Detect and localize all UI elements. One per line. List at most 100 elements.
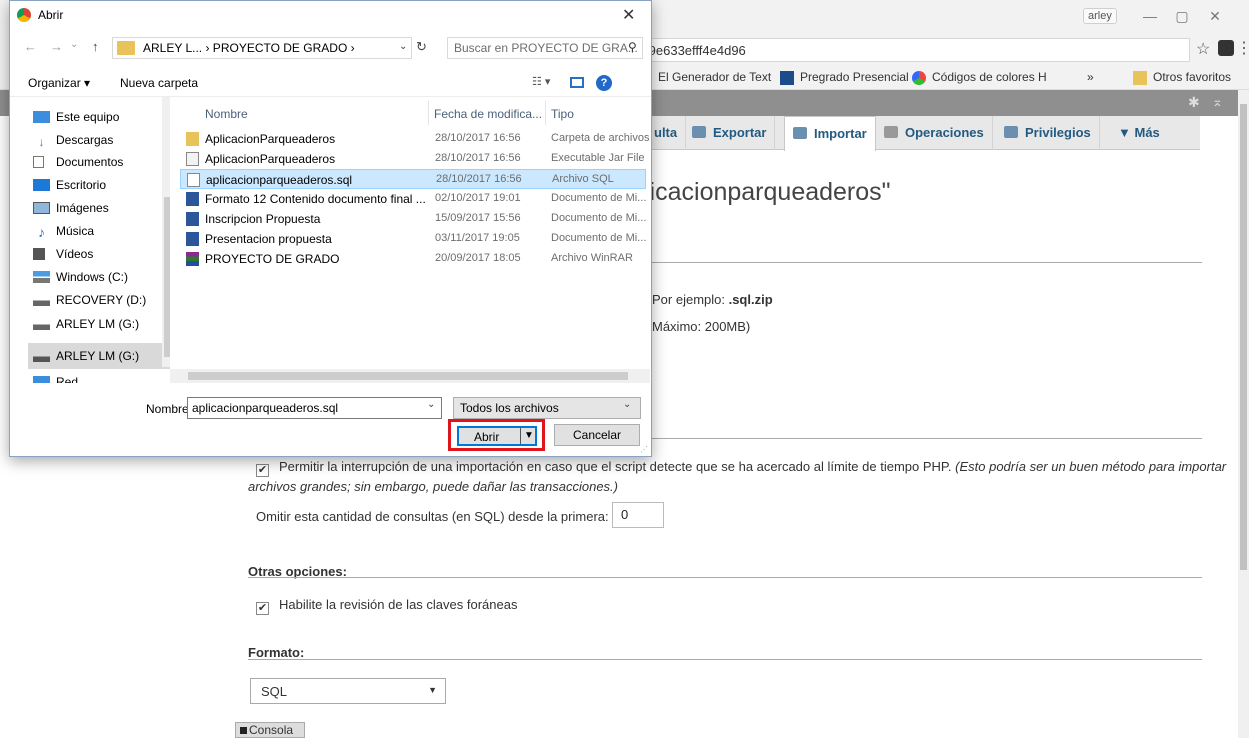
cancel-button[interactable]: Cancelar — [554, 424, 640, 446]
nav-item-red[interactable]: Red — [33, 375, 78, 383]
column-header-type[interactable]: Tipo — [551, 107, 574, 121]
tab-operaciones[interactable]: Operaciones — [876, 116, 993, 150]
chevron-down-icon[interactable]: ⌄ — [427, 399, 435, 410]
refresh-icon[interactable]: ↻ — [416, 39, 427, 55]
fk-checks-option[interactable]: ✔ Habilite la revisión de las claves forá… — [256, 597, 517, 615]
resize-grip-icon[interactable]: ⋰ — [640, 445, 648, 454]
search-input[interactable]: Buscar en PROYECTO DE GRA... — [447, 37, 643, 59]
nav-item-arley-2[interactable]: ARLEY LM (G:) — [33, 349, 139, 363]
nav-item-este-equipo[interactable]: Este equipo — [33, 110, 119, 124]
column-header-date[interactable]: Fecha de modifica... — [434, 107, 542, 121]
navigation-pane: Este equipo ↓ Descargas Documentos Escrit… — [28, 97, 170, 383]
file-date: 28/10/2017 16:56 — [436, 173, 522, 185]
partial-import-checkbox[interactable]: ✔ — [256, 464, 269, 477]
hint-label: Por ejemplo: — [652, 292, 729, 307]
bookmark-otros[interactable]: Otros favoritos — [1133, 70, 1231, 85]
console-icon — [240, 727, 247, 734]
file-row[interactable]: AplicacionParqueaderos 28/10/2017 16:56 … — [180, 129, 649, 149]
column-divider[interactable] — [428, 101, 429, 125]
tab-consulta[interactable]: ulta — [646, 116, 687, 150]
chevron-down-icon[interactable]: ⌄ — [70, 39, 78, 50]
chevron-down-icon[interactable]: ⌄ — [623, 399, 631, 410]
view-options-icon[interactable]: ☷ ▾ — [532, 75, 550, 88]
page-scrollbar-thumb[interactable] — [1240, 104, 1247, 570]
file-name-input[interactable]: aplicacionparqueaderos.sql — [187, 397, 442, 419]
tab-mas[interactable]: ▼ Más — [1110, 116, 1168, 150]
file-row[interactable]: PROYECTO DE GRADO 20/09/2017 18:05 Archi… — [180, 249, 646, 269]
triangle-down-icon[interactable]: ▼ — [524, 430, 534, 441]
partial-import-option[interactable]: ✔ Permitir la interrupción de una importa… — [256, 459, 1226, 477]
profile-button[interactable]: arley — [1083, 8, 1117, 24]
file-type: Archivo SQL — [552, 173, 614, 185]
nav-item-musica[interactable]: ♪ Música — [33, 224, 94, 239]
bookmark-generador[interactable]: El Generador de Text — [658, 70, 771, 84]
nav-label: Vídeos — [56, 247, 94, 261]
nav-item-recovery[interactable]: RECOVERY (D:) — [33, 293, 146, 307]
computer-icon — [33, 111, 50, 123]
file-row[interactable]: AplicacionParqueaderos 28/10/2017 16:56 … — [180, 149, 646, 169]
extension-icon[interactable] — [1218, 40, 1234, 56]
nav-item-arley-1[interactable]: ARLEY LM (G:) — [33, 317, 139, 331]
bookmark-star-icon[interactable]: ☆ — [1196, 39, 1210, 59]
drive-icon — [33, 318, 50, 330]
minimize-icon[interactable]: — — [1135, 6, 1165, 26]
file-row-selected[interactable]: aplicacionparqueaderos.sql 28/10/2017 16… — [180, 169, 646, 189]
more-bookmarks-button[interactable]: » — [1087, 70, 1094, 84]
close-icon[interactable]: ✕ — [622, 5, 635, 25]
column-header-name[interactable]: Nombre — [205, 107, 248, 121]
pma-tabs: ulta Exportar Importar Operaciones Privi… — [640, 116, 1200, 151]
help-icon[interactable]: ? — [596, 75, 612, 91]
tab-importar[interactable]: Importar — [784, 116, 876, 151]
forward-arrow-icon[interactable]: → — [50, 39, 63, 54]
open-button[interactable]: Abrir ▼ — [457, 426, 537, 446]
close-window-icon[interactable]: ✕ — [1200, 6, 1230, 26]
bookmark-pregrado[interactable]: Pregrado Presencial — [780, 70, 909, 85]
file-row[interactable]: Formato 12 Contenido documento final ...… — [180, 189, 646, 209]
address-bar[interactable]: c5b0199e633efff4e4d96 — [600, 38, 1190, 62]
fk-checks-checkbox[interactable]: ✔ — [256, 602, 269, 615]
file-row[interactable]: Inscripcion Propuesta 15/09/2017 15:56 D… — [180, 209, 646, 229]
bookmark-colores[interactable]: Códigos de colores H — [912, 70, 1047, 85]
file-type-filter[interactable]: Todos los archivos — [453, 397, 641, 419]
file-row[interactable]: Presentacion propuesta 03/11/2017 19:05 … — [180, 229, 646, 249]
nav-label: Descargas — [56, 133, 114, 147]
horizontal-scrollbar[interactable] — [170, 369, 650, 383]
compression-hint: Por ejemplo: .sql.zip — [652, 292, 773, 307]
up-arrow-icon[interactable]: ↑ — [92, 39, 99, 54]
file-date: 03/11/2017 19:05 — [435, 232, 520, 244]
page-title: licacionparqueaderos" — [644, 178, 891, 206]
nav-item-documentos[interactable]: Documentos — [33, 155, 123, 169]
preview-pane-icon[interactable] — [570, 77, 584, 88]
menu-icon[interactable]: ⋮ — [1236, 38, 1249, 58]
format-select[interactable]: SQL ▼ — [250, 678, 446, 704]
organize-button[interactable]: Organizar ▾ — [28, 76, 90, 90]
collapse-icon[interactable]: ⌅ — [1212, 94, 1223, 110]
split-divider — [520, 428, 521, 444]
nav-label: Windows (C:) — [56, 270, 129, 284]
file-name: Formato 12 Contenido documento final ... — [205, 192, 426, 206]
skip-queries-input[interactable]: 0 — [612, 502, 664, 528]
scrollbar-thumb[interactable] — [188, 372, 628, 380]
import-icon — [793, 127, 807, 139]
nav-item-windows[interactable]: Windows (C:) — [33, 270, 128, 284]
back-arrow-icon[interactable]: ← — [24, 39, 37, 54]
maximize-icon[interactable]: ▢ — [1167, 6, 1197, 26]
file-type: Documento de Mi... — [551, 192, 647, 204]
file-list: Nombre Fecha de modifica... Tipo Aplicac… — [176, 97, 651, 383]
chevron-down-icon[interactable]: ⌄ — [399, 41, 407, 52]
nav-item-escritorio[interactable]: Escritorio — [33, 178, 106, 192]
console-button[interactable]: Consola — [235, 722, 305, 738]
nav-item-imagenes[interactable]: Imágenes — [33, 201, 109, 215]
breadcrumb[interactable]: ARLEY L... › PROYECTO DE GRADO › ⌄ — [112, 37, 412, 59]
nav-scrollbar-thumb[interactable] — [164, 197, 170, 357]
tab-exportar[interactable]: Exportar — [684, 116, 776, 150]
search-icon[interactable]: ⚲ — [628, 40, 637, 54]
new-folder-button[interactable]: Nueva carpeta — [120, 76, 198, 90]
gear-icon[interactable]: ✱ — [1188, 94, 1200, 111]
nav-item-videos[interactable]: Vídeos — [33, 247, 93, 261]
format-value: SQL — [261, 684, 288, 699]
column-divider[interactable] — [545, 101, 546, 125]
nav-item-descargas[interactable]: ↓ Descargas — [33, 133, 114, 148]
tab-privilegios[interactable]: Privilegios — [996, 116, 1100, 150]
network-icon — [33, 376, 50, 383]
